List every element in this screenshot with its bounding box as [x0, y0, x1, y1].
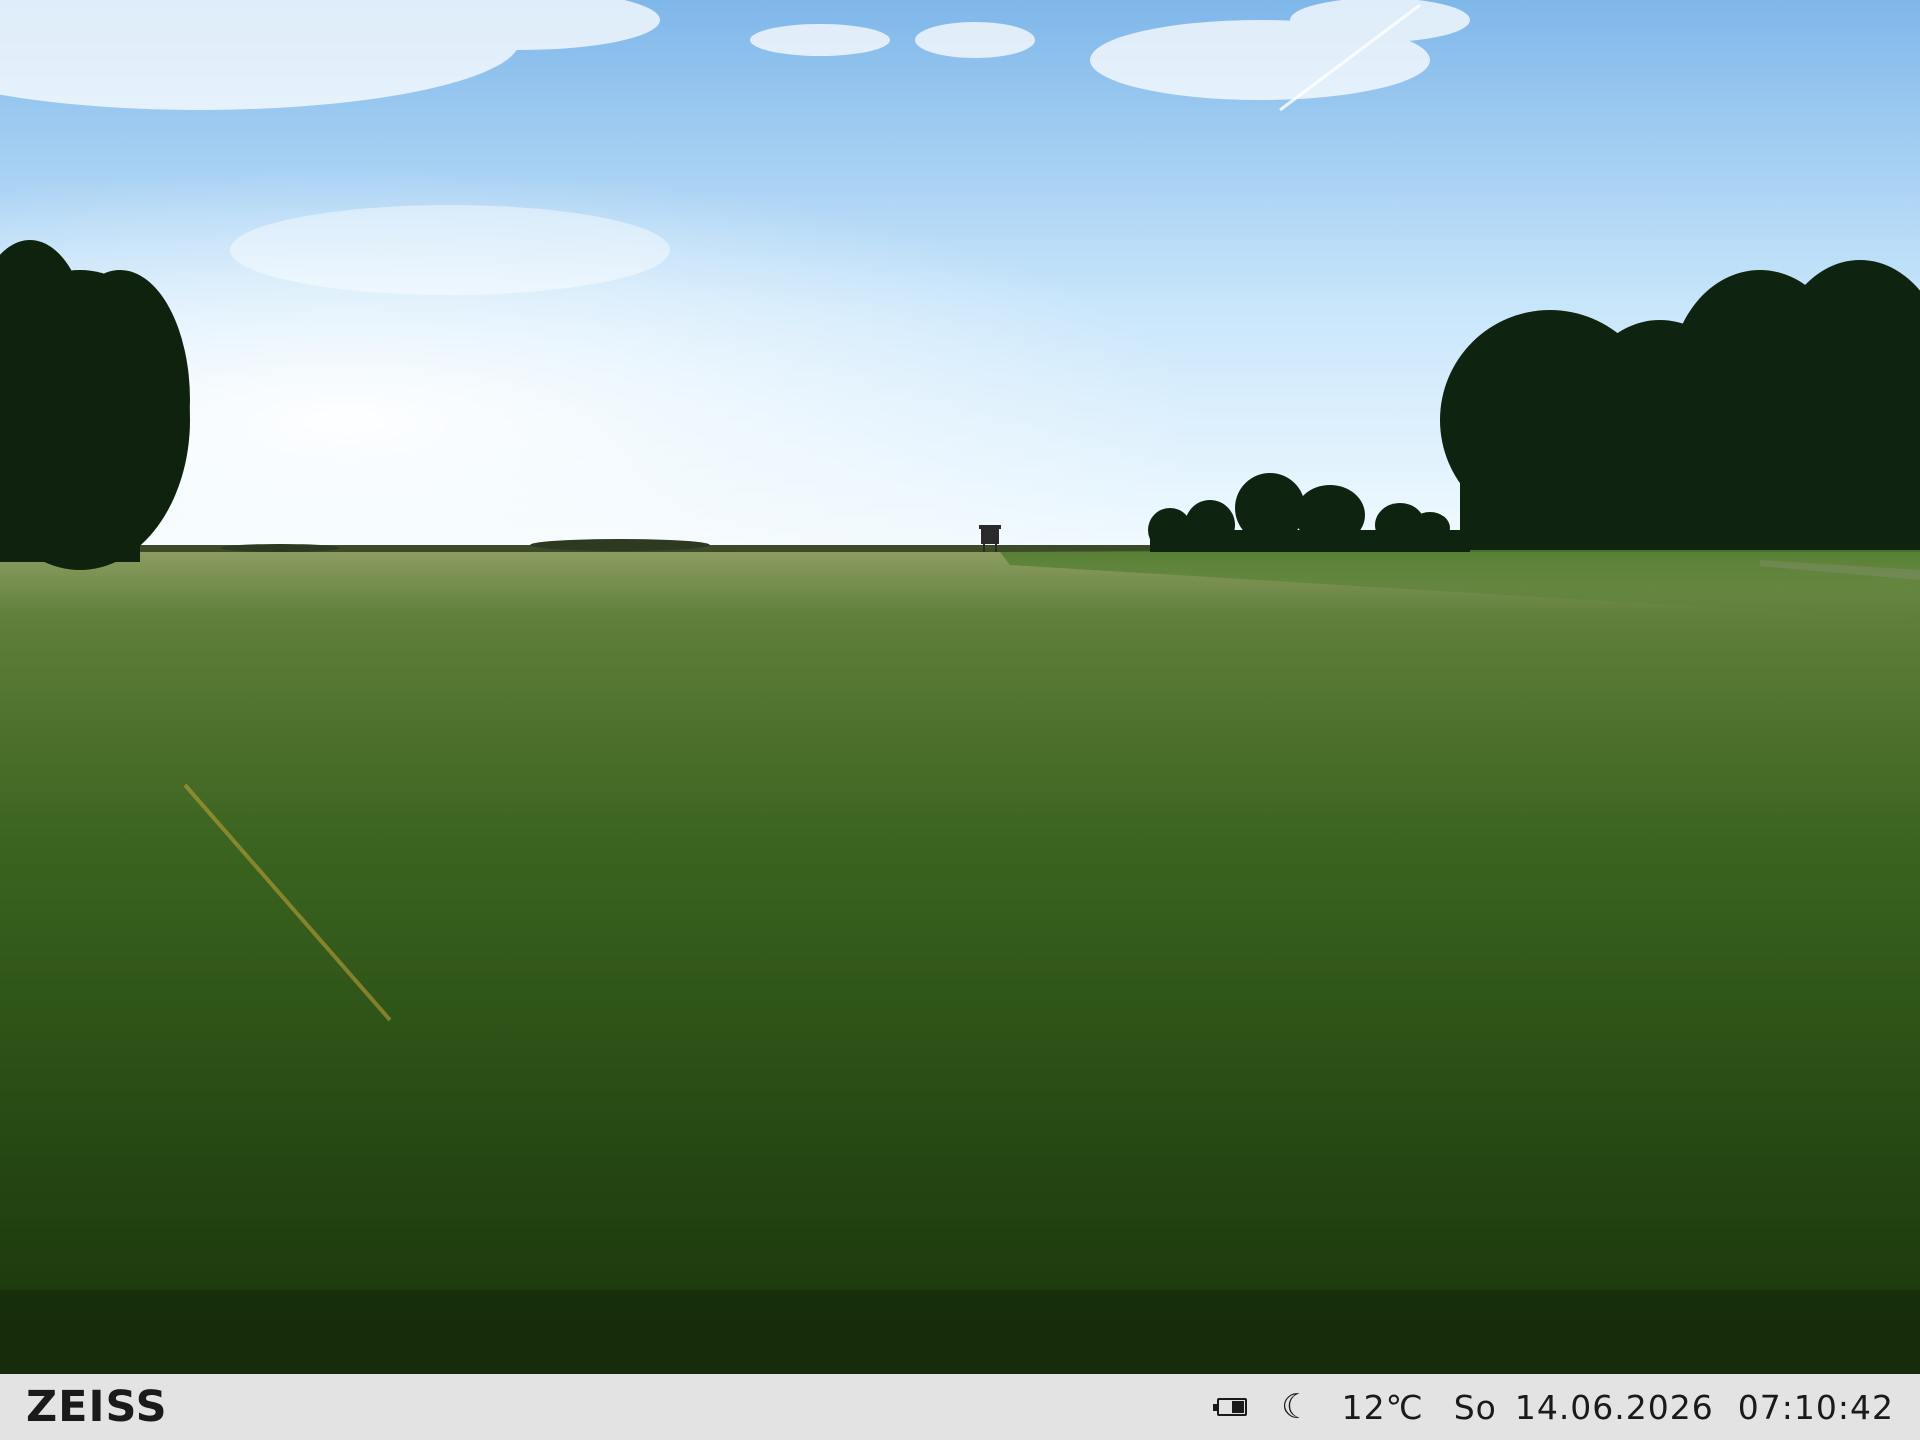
- temperature-readout: 12℃: [1341, 1387, 1424, 1427]
- camera-info-bar: ZEISS ☾ 12℃ So 14.06.2026 07:10:42: [0, 1374, 1920, 1440]
- battery-level-fill: [1232, 1401, 1245, 1413]
- trail-camera-photo: [0, 0, 1920, 1374]
- moon-phase-icon: ☾: [1281, 1387, 1312, 1427]
- time-readout: 07:10:42: [1737, 1387, 1894, 1427]
- date-readout: 14.06.2026: [1514, 1387, 1714, 1427]
- grass-field: [0, 552, 1920, 1374]
- foreground-shadow: [0, 1290, 1920, 1374]
- battery-icon: [1213, 1398, 1248, 1416]
- weekday-readout: So: [1453, 1387, 1497, 1427]
- brand-logo: ZEISS: [26, 1382, 168, 1432]
